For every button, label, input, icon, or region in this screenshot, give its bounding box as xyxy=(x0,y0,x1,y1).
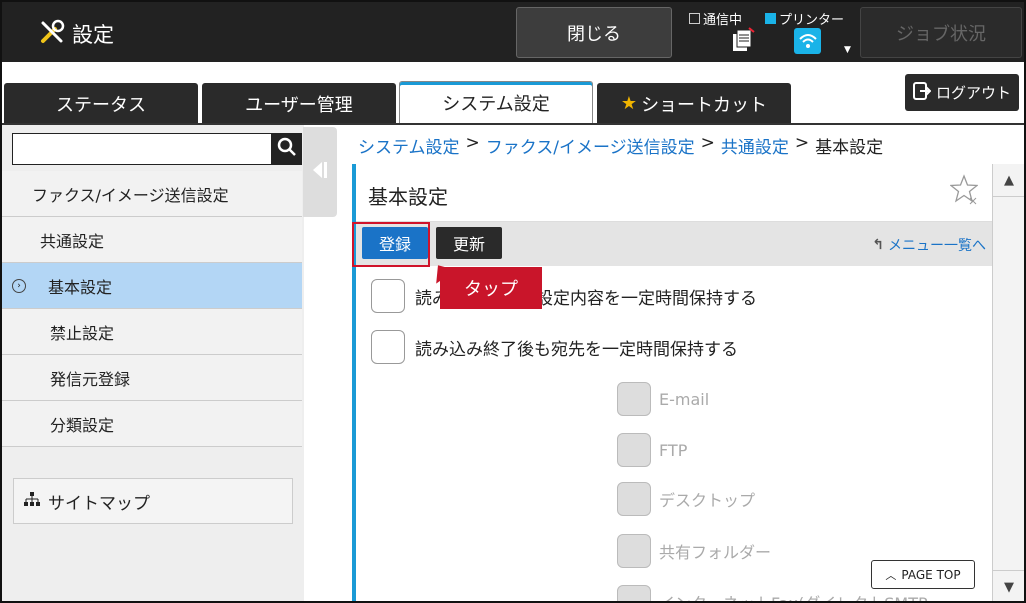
printer-status-label: プリンター xyxy=(779,13,845,28)
back-arrow-icon: ↰ xyxy=(872,237,884,253)
option-label-rest: も設定内容を一定時間保持する xyxy=(519,288,757,309)
comm-status-label: 通信中 xyxy=(703,13,743,28)
checkbox-disabled xyxy=(617,482,651,516)
sub-option-label: E-mail xyxy=(659,389,710,409)
breadcrumb-separator: > xyxy=(794,133,810,153)
sub-option-shared-folder: 共有フォルダー xyxy=(617,534,771,568)
checkbox[interactable] xyxy=(371,279,405,313)
triangle-down-icon: ▼ xyxy=(1004,579,1014,595)
tab-user-management[interactable]: ユーザー管理 xyxy=(202,83,396,124)
tab-shortcut[interactable]: ★ ショートカット xyxy=(597,83,791,124)
search-button[interactable] xyxy=(271,133,302,165)
menu-list-link[interactable]: ↰ メニュー一覧へ xyxy=(872,235,986,255)
breadcrumb-system-settings[interactable]: システム設定 xyxy=(358,133,460,158)
tab-shortcut-label: ショートカット xyxy=(641,94,768,116)
page-title: 基本設定 xyxy=(368,185,448,209)
tab-system-settings[interactable]: システム設定 xyxy=(399,81,593,124)
sidebar-item-sender-registration[interactable]: 発信元登録 xyxy=(2,355,302,401)
tap-callout: タップ xyxy=(440,267,542,309)
comm-status: 通信中 xyxy=(689,9,742,28)
scrollbar[interactable]: ▲ ▼ xyxy=(992,164,1024,601)
dropdown-arrow-icon: ▼ xyxy=(844,45,851,55)
breadcrumb-separator: > xyxy=(465,133,480,153)
chevron-up-icon: ︿ xyxy=(885,568,897,582)
wifi-icon xyxy=(794,28,821,54)
breadcrumb-current: 基本設定 xyxy=(815,138,884,158)
sub-option-ftp: FTP xyxy=(617,433,687,467)
settings-window: 設定 閉じる 通信中 プリンター ▼ ジョブ状況 ステータス ユーザー管理 シス… xyxy=(0,0,1026,603)
option-keep-destination[interactable]: 読み込み終了後も宛先を一定時間保持する xyxy=(371,330,738,364)
sub-option-label: FTP xyxy=(659,440,688,460)
scroll-up-button[interactable]: ▲ xyxy=(993,164,1024,197)
comm-status-indicator xyxy=(689,13,700,24)
device-status-area[interactable]: 通信中 プリンター ▼ xyxy=(687,7,857,59)
sidebar-item-label: 基本設定 xyxy=(48,277,113,297)
sidebar-item-common-settings[interactable]: 共通設定 xyxy=(2,217,302,263)
logout-label: ログアウト xyxy=(935,84,1011,102)
search-input[interactable] xyxy=(13,134,268,162)
title-area: 設定 xyxy=(38,18,114,50)
printer-status-indicator xyxy=(765,13,776,24)
sub-option-label: インターネットFax(ダイレクトSMTP xyxy=(659,590,928,601)
scroll-down-button[interactable]: ▼ xyxy=(993,570,1024,601)
sub-option-label: 共有フォルダー xyxy=(659,543,772,562)
register-highlight xyxy=(352,222,430,267)
checkbox-disabled xyxy=(617,433,651,467)
breadcrumb-common-settings[interactable]: 共通設定 xyxy=(721,133,789,158)
sitemap-button[interactable]: サイトマップ xyxy=(13,478,293,524)
sitemap-icon xyxy=(24,491,40,511)
sidebar: ファクス/イメージ送信設定 共通設定 › 基本設定 禁止設定 発信元登録 分類設… xyxy=(2,125,304,601)
breadcrumb-separator: > xyxy=(700,133,715,153)
star-icon: ★ xyxy=(620,93,638,114)
collapse-left-icon xyxy=(310,161,330,183)
checkbox-disabled xyxy=(617,585,651,601)
favorite-star-icon[interactable] xyxy=(949,174,979,210)
tools-icon xyxy=(38,18,66,50)
top-bar: 設定 閉じる 通信中 プリンター ▼ ジョブ状況 xyxy=(2,2,1024,62)
option-keep-settings[interactable]: 読み も設定内容を一定時間保持する xyxy=(371,279,757,313)
panel-toolbar: 登録 更新 ↰ メニュー一覧へ xyxy=(356,222,992,266)
menu-list-label: メニュー一覧へ xyxy=(888,238,986,254)
sidebar-collapse-button[interactable] xyxy=(303,127,337,217)
chevron-circle-icon: › xyxy=(12,278,26,293)
checkbox[interactable] xyxy=(371,330,405,364)
sidebar-item-basic-settings[interactable]: › 基本設定 xyxy=(2,263,302,309)
breadcrumb: システム設定 > ファクス/イメージ送信設定 > 共通設定 > 基本設定 xyxy=(358,133,883,158)
sidebar-item-fax-image-send[interactable]: ファクス/イメージ送信設定 xyxy=(2,171,302,217)
sitemap-label: サイトマップ xyxy=(48,493,150,514)
sub-option-label: デスクトップ xyxy=(659,491,756,510)
search-icon xyxy=(277,137,297,161)
checkbox-disabled xyxy=(617,382,651,416)
job-status-button[interactable]: ジョブ状況 xyxy=(860,7,1022,58)
option-label: 読み込み終了後も宛先を一定時間保持する xyxy=(415,339,738,360)
sidebar-search xyxy=(12,133,302,165)
tab-status[interactable]: ステータス xyxy=(4,83,198,124)
logout-button[interactable]: ログアウト xyxy=(905,74,1019,111)
breadcrumb-fax-image-send[interactable]: ファクス/イメージ送信設定 xyxy=(486,133,695,158)
update-button[interactable]: 更新 xyxy=(436,227,502,259)
sidebar-item-classification-settings[interactable]: 分類設定 xyxy=(2,401,302,447)
printer-status: プリンター xyxy=(765,9,844,28)
sidebar-item-prohibit-settings[interactable]: 禁止設定 xyxy=(2,309,302,355)
fax-document-icon xyxy=(731,27,755,57)
sub-option-email: E-mail xyxy=(617,382,709,416)
checkbox-disabled xyxy=(617,534,651,568)
page-top-button[interactable]: ︿ PAGE TOP xyxy=(871,560,975,589)
app-title: 設定 xyxy=(72,23,114,47)
sub-option-desktop: デスクトップ xyxy=(617,482,755,516)
page-top-label: PAGE TOP xyxy=(901,567,961,582)
close-button[interactable]: 閉じる xyxy=(516,7,672,58)
panel-header: 基本設定 xyxy=(356,164,992,222)
logout-icon xyxy=(912,81,932,104)
triangle-up-icon: ▲ xyxy=(1004,172,1014,188)
